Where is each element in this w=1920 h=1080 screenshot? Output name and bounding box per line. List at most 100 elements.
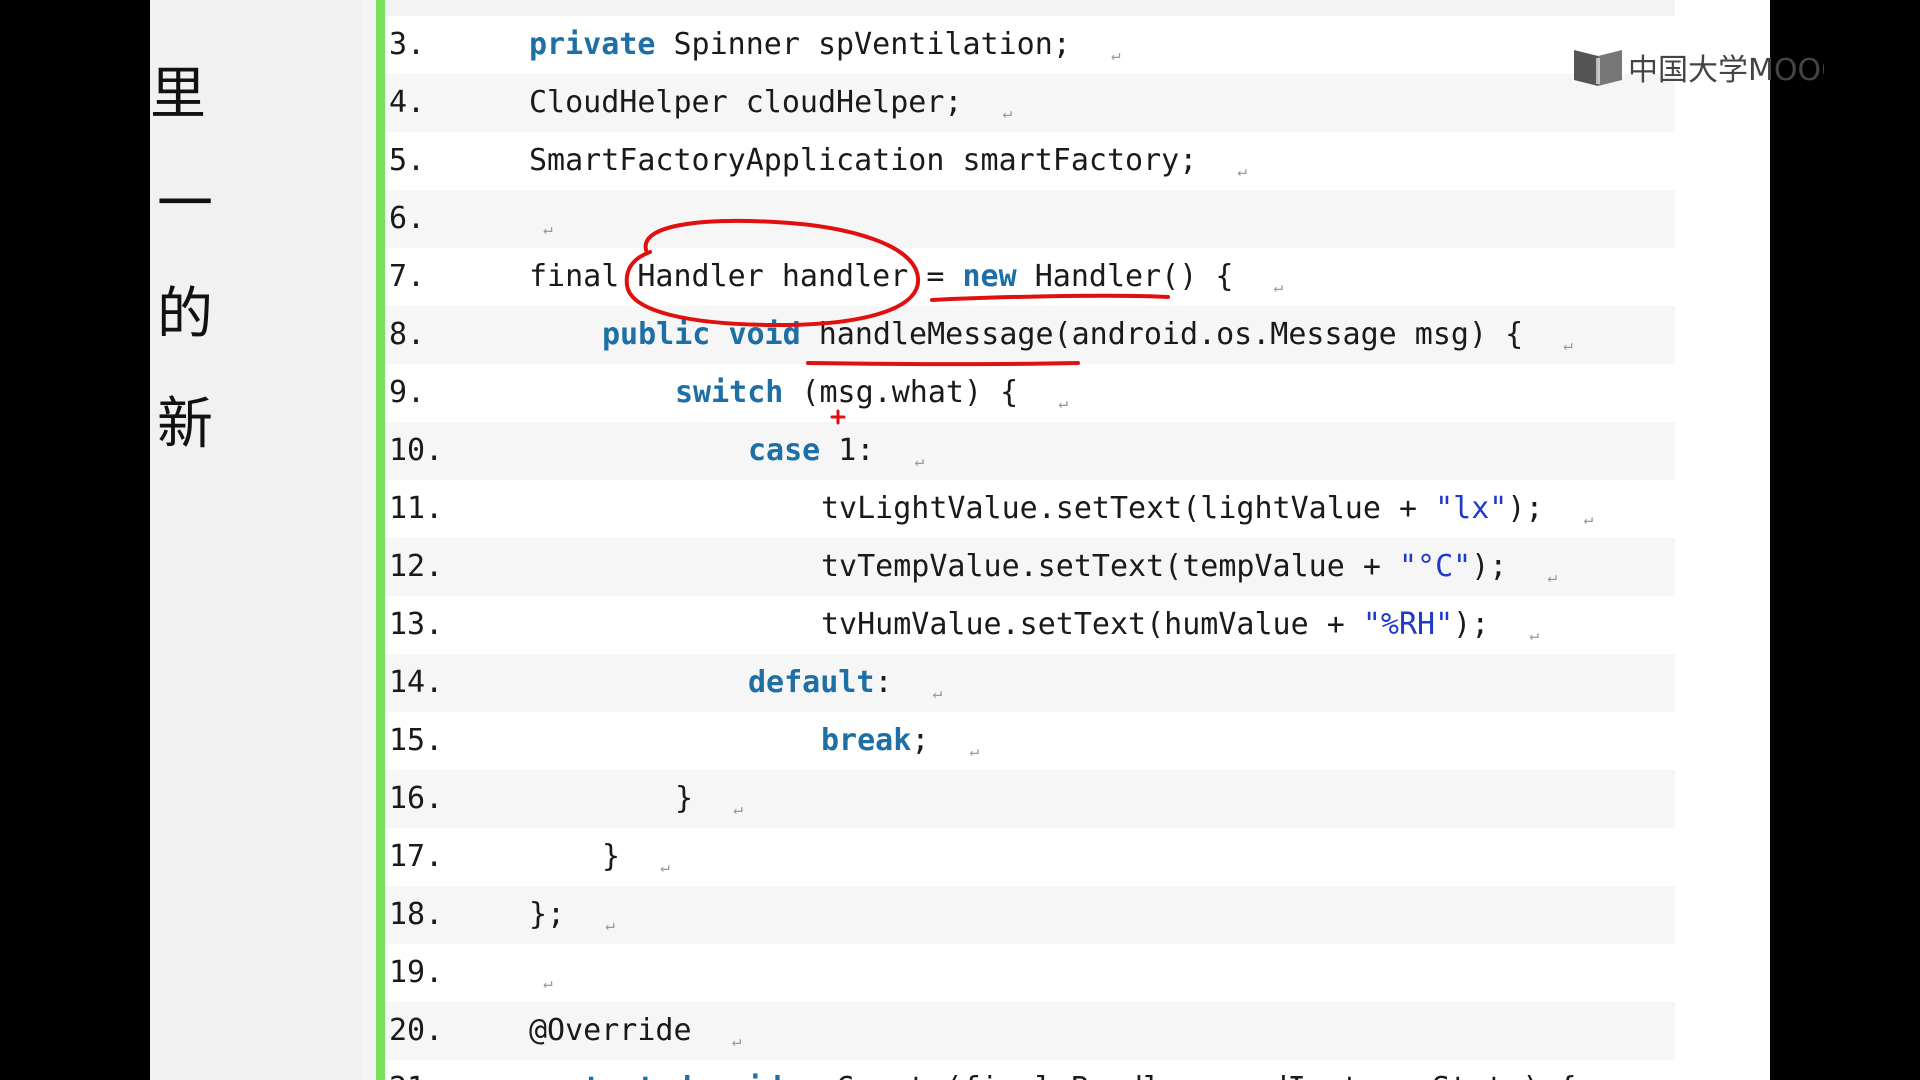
line-number: 8. (389, 317, 426, 352)
paragraph-mark-icon: ↵ (932, 683, 943, 702)
code-keyword: new (962, 259, 1017, 294)
paragraph-mark-icon: ↵ (914, 451, 925, 470)
paragraph-mark-icon: ↵ (1547, 567, 1557, 586)
side-char: 一 (157, 172, 213, 237)
code-top-strip (385, 0, 1675, 16)
code-token: (msg.what) { (783, 375, 1019, 410)
code-gutter (362, 0, 376, 1080)
line-number: 17. (389, 839, 444, 874)
paragraph-mark-icon: ↵ (1237, 161, 1247, 180)
code-token: SmartFactoryApplication smartFactory; (529, 143, 1198, 178)
code-keyword: void (728, 317, 801, 352)
paragraph-mark-icon: ↵ (1529, 625, 1539, 644)
video-frame: 里 一 的 新 3. private Spinner spVentilation;… (0, 0, 1920, 1080)
code-keyword: void (710, 1071, 782, 1080)
code-string: "lx" (1435, 491, 1508, 526)
code-line: 4. CloudHelper cloudHelper; ↵ (385, 74, 1675, 132)
line-number: 13. (389, 607, 444, 642)
side-char: 里 (150, 62, 206, 127)
code-token: ); (1453, 607, 1490, 642)
code-token: tvLightValue.setText(lightValue + (821, 491, 1436, 526)
code-token: : (874, 665, 893, 700)
code-token: 1: (820, 433, 875, 468)
code-line: 6. ↵ (385, 190, 1675, 248)
code-token: } (602, 839, 621, 874)
code-line: 16.} ↵ (385, 770, 1675, 828)
line-number: 18. (389, 897, 444, 932)
paragraph-mark-icon: ↵ (543, 973, 553, 992)
code-line: 10. case 1: ↵ (385, 422, 1675, 480)
code-token: }; (529, 897, 566, 932)
code-line: 21. protected void onCreate(final Bundle … (385, 1060, 1675, 1080)
paragraph-mark-icon: ↵ (1563, 335, 1573, 354)
code-token: tvTempValue.setText(tempValue + (821, 549, 1399, 584)
line-number: 6. (389, 201, 426, 236)
paragraph-mark-icon: ↵ (1583, 509, 1594, 528)
paragraph-mark-icon: ↵ (731, 1031, 742, 1050)
code-line: 18.}; ↵ (385, 886, 1675, 944)
mooc-logo: 中国大学MOOC (1572, 44, 1824, 90)
line-number: 20. (389, 1013, 444, 1048)
code-token: handleMessage(android.os.Message msg) { (800, 317, 1524, 352)
paragraph-mark-icon: ↵ (969, 741, 980, 760)
code-line: 13. tvHumValue.setText(humValue + "%RH");… (385, 596, 1675, 654)
code-listing: 3. private Spinner spVentilation; ↵ 4. Cloud… (385, 0, 1675, 1080)
code-line: 12. tvTempValue.setText(tempValue + "°C")… (385, 538, 1675, 596)
code-line: 17.} ↵ (385, 828, 1675, 886)
line-number: 15. (389, 723, 444, 758)
code-line: 8. public void handleMessage(android.os.M… (385, 306, 1675, 364)
paragraph-mark-icon: ↵ (1273, 277, 1284, 296)
code-line: 3. private Spinner spVentilation; ↵ (385, 16, 1675, 74)
line-number: 21. (389, 1060, 443, 1080)
side-char: 新 (157, 392, 213, 457)
paragraph-mark-icon: ↵ (733, 799, 743, 818)
code-keyword: break (821, 723, 912, 758)
code-line: 14. default: ↵ (385, 654, 1675, 712)
side-char: 的 (157, 282, 213, 347)
line-number: 5. (389, 143, 426, 178)
code-token: onCreate(final Bundle savedInstanceState… (782, 1071, 1577, 1080)
code-token: CloudHelper cloudHelper; (529, 85, 963, 120)
paragraph-mark-icon: ↵ (660, 857, 670, 876)
line-number: 3. (389, 27, 426, 62)
line-number: 11. (389, 491, 444, 526)
line-number: 7. (389, 259, 426, 294)
code-token: @Override (529, 1013, 692, 1048)
code-line: 11. tvLightValue.setText(lightValue + "lx… (385, 480, 1675, 538)
paragraph-mark-icon: ↵ (1058, 393, 1068, 412)
letterbox-left (0, 0, 150, 1080)
code-string: "°C" (1398, 549, 1472, 584)
paragraph-mark-icon: ↵ (543, 219, 553, 238)
code-token: tvHumValue.setText(humValue + (821, 607, 1363, 642)
code-line: 19. ↵ (385, 944, 1675, 1002)
code-keyword: default (748, 665, 875, 700)
code-line: 9. switch (msg.what) {↵ (385, 364, 1675, 422)
logo-text: 中国大学MOOC (1628, 53, 1824, 88)
code-text: protected void onCreate(final Bundle sav… (529, 1060, 1626, 1080)
line-number: 9. (389, 375, 426, 410)
code-keyword: private (529, 27, 656, 62)
code-token: Spinner spVentilation; (655, 27, 1071, 62)
line-number: 19. (389, 955, 444, 990)
code-string: "%RH" (1362, 607, 1454, 642)
code-line: 5. SmartFactoryApplication smartFactory; ↵ (385, 132, 1675, 190)
paragraph-mark-icon: ↵ (1110, 45, 1121, 64)
line-number: 12. (389, 549, 444, 584)
side-text-column: 里 一 的 新 (150, 40, 220, 480)
code-token: Handler() { (1016, 259, 1234, 294)
line-number: 4. (389, 85, 426, 120)
paragraph-mark-icon: ↵ (1002, 103, 1013, 122)
mooc-book-icon (1574, 50, 1622, 86)
code-gutter-bar (376, 0, 385, 1080)
line-number: 14. (389, 665, 444, 700)
code-keyword: protected (529, 1071, 692, 1080)
code-line: 15. break; ↵ (385, 712, 1675, 770)
code-token: } (675, 781, 694, 816)
code-line: 7. final Handler handler = new Handler() … (385, 248, 1675, 306)
code-keyword: public (602, 317, 711, 352)
code-token: ); (1471, 549, 1508, 584)
code-keyword: case (748, 433, 821, 468)
code-token: ); (1507, 491, 1544, 526)
